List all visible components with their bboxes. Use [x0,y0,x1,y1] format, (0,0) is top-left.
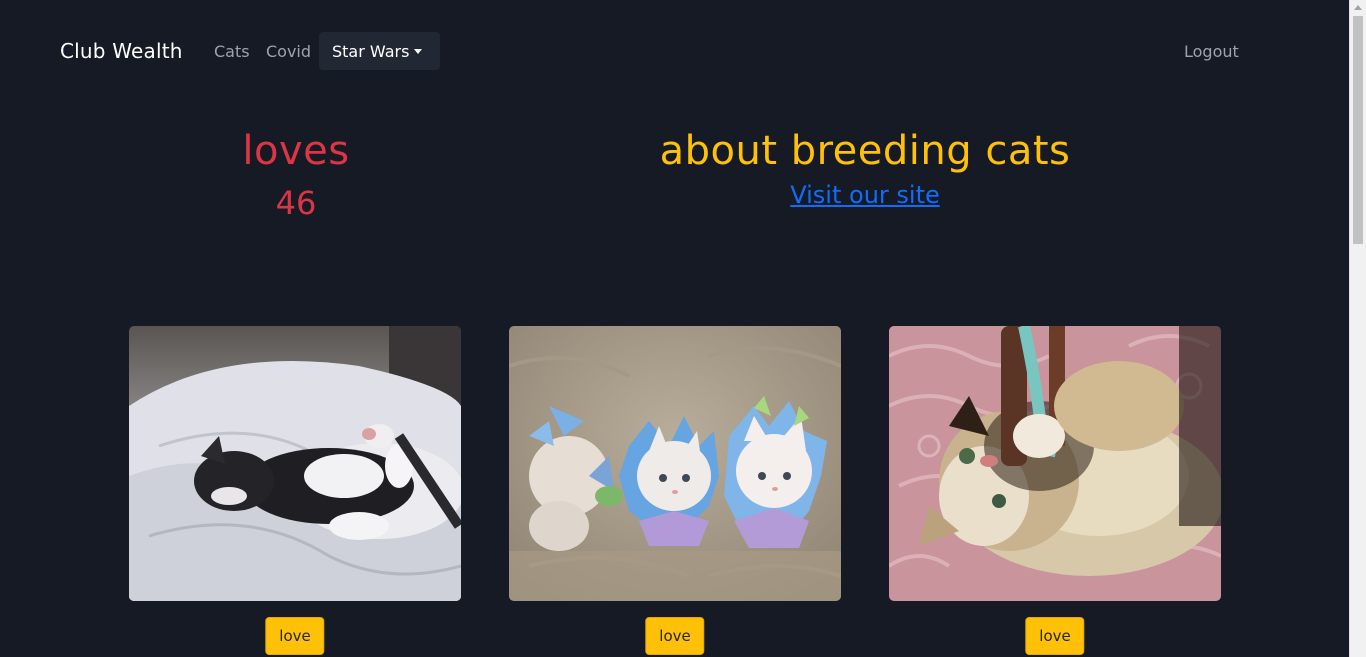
cat-card: love [509,326,841,655]
visit-site-link[interactable]: Visit our site [600,181,1130,209]
cat-image [889,326,1221,601]
about-heading: about breeding cats [659,128,1071,174]
caret-down-icon [414,48,423,54]
nav-link-cats[interactable]: Cats [214,42,250,61]
brand-link[interactable]: Club Wealth [60,39,183,63]
dropdown-label: Star Wars [332,41,410,61]
scroll-up-arrow-icon[interactable] [1354,5,1362,10]
love-button[interactable]: love [645,617,705,655]
logout-link[interactable]: Logout [1184,42,1239,61]
vertical-scrollbar[interactable] [1349,0,1366,657]
page: Club Wealth Cats Covid Star Wars Logout … [0,0,1366,657]
loves-heading: loves [242,128,350,174]
navbar: Club Wealth Cats Covid Star Wars Logout [0,30,1349,72]
nav-link-covid[interactable]: Covid [266,42,311,61]
scrollbar-thumb[interactable] [1353,16,1363,244]
cat-image [129,326,461,601]
love-button[interactable]: love [265,617,325,655]
star-wars-dropdown[interactable]: Star Wars [319,32,440,70]
loves-count: 46 [275,184,317,222]
cat-card: love [889,326,1221,655]
cat-card: love [129,326,461,655]
love-button[interactable]: love [1025,617,1085,655]
cat-image [509,326,841,601]
